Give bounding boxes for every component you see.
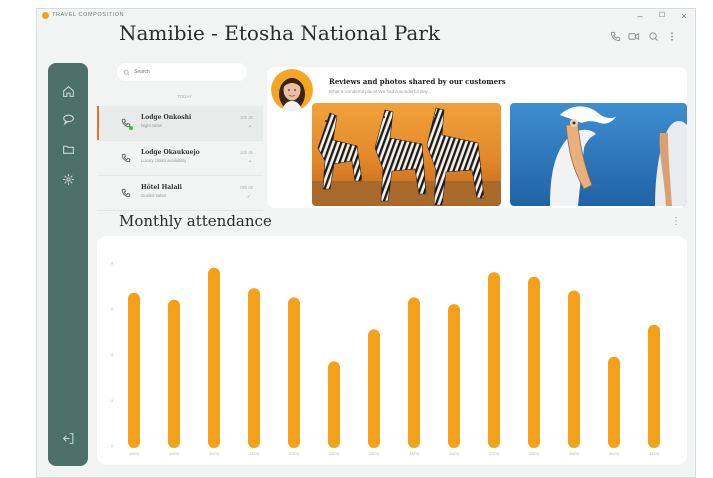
minimize-button[interactable]: – — [629, 9, 651, 23]
chart-bar[interactable] — [408, 297, 420, 448]
logout-icon[interactable] — [60, 430, 76, 446]
x-tick-label: 23/03 — [369, 451, 380, 456]
chart-bar[interactable] — [648, 324, 660, 448]
y-tick-label: 0 — [111, 444, 114, 449]
top-toolbar — [609, 30, 678, 42]
x-tick-label: 19/03 — [129, 451, 140, 456]
chart-bar[interactable] — [448, 304, 460, 448]
maximize-button[interactable]: ☐ — [651, 9, 673, 23]
video-icon[interactable] — [628, 30, 640, 42]
reviews-subtitle: What a wonderful place! We had a wonderf… — [329, 89, 432, 94]
chart-bar[interactable] — [248, 288, 260, 448]
zebra-photo[interactable] — [312, 103, 501, 206]
read-check-icon: ✓ — [246, 194, 251, 200]
chart-bar[interactable] — [168, 299, 180, 448]
app-window: TRAVEL COMPOSITION – ☐ × Namibie - Etosh… — [36, 8, 696, 478]
chart-bar[interactable] — [488, 272, 500, 448]
more-vertical-icon[interactable] — [666, 30, 678, 42]
chart-svg: 0 2 4 6 8 19/03 19/03 20/03 21/03 22/03 23/03 23/03… — [111, 261, 660, 456]
phone-icon[interactable] — [609, 30, 621, 42]
list-item-name: Lodge Okaukuejo — [141, 149, 200, 156]
home-icon[interactable] — [60, 83, 76, 99]
app-name: TRAVEL COMPOSITION — [52, 12, 125, 18]
settings-icon[interactable] — [60, 171, 76, 187]
list-item-subtitle: Night safari — [141, 123, 163, 128]
phone-icon — [121, 153, 131, 163]
x-tick-label: 20/03 — [209, 451, 220, 456]
list-item-subtitle: Luxury chalet availability — [141, 158, 187, 163]
folder-icon[interactable] — [60, 141, 76, 157]
list-item-time: 10h 45 — [240, 150, 253, 155]
unread-dot: • — [249, 124, 251, 130]
reviews-title: Reviews and photos shared by our custome… — [329, 77, 506, 86]
chart-bar[interactable] — [128, 292, 140, 448]
x-tick-label: 21/03 — [249, 451, 260, 456]
chart-bar[interactable] — [328, 361, 340, 448]
unread-dot: • — [249, 159, 251, 165]
chart-bar[interactable] — [208, 267, 220, 448]
phone-icon — [121, 188, 131, 198]
attendance-chart: 0 2 4 6 8 19/03 19/03 20/03 21/03 22/03 23/03 23/03… — [97, 236, 687, 465]
online-status-dot — [129, 126, 133, 130]
x-tick-label: 24/03 — [409, 451, 420, 456]
date-separator: TODAY — [177, 94, 193, 99]
x-tick-label: 27/03 — [489, 451, 500, 456]
app-logo-icon — [42, 12, 49, 19]
close-button[interactable]: × — [673, 9, 695, 23]
list-item-lodge-onkoshi[interactable]: Lodge Onkoshi Night safari 10h 30 • — [97, 106, 263, 141]
chat-icon[interactable] — [60, 111, 76, 127]
chart-bar[interactable] — [608, 356, 620, 448]
pelican-photo[interactable] — [510, 103, 687, 206]
y-tick-label: 6 — [111, 306, 114, 311]
list-item-hotel-halali[interactable]: Hôtel Halali Guided safari 09h 00 ✓ — [97, 176, 263, 211]
customer-avatar[interactable] — [271, 69, 313, 111]
x-tick-label: 23/03 — [329, 451, 340, 456]
x-tick-label: 19/03 — [169, 451, 180, 456]
page-title: Namibie - Etosha National Park — [119, 21, 441, 45]
y-tick-label: 2 — [111, 398, 114, 403]
list-item-time: 09h 00 — [240, 185, 253, 190]
chart-bar[interactable] — [288, 297, 300, 448]
attendance-title: Monthly attendance — [119, 212, 272, 230]
chart-bar[interactable] — [528, 276, 540, 448]
chart-bar[interactable] — [368, 329, 380, 448]
sidebar — [48, 63, 88, 466]
list-item-name: Hôtel Halali — [141, 184, 182, 191]
search-icon[interactable] — [647, 30, 659, 42]
x-tick-label: 29/03 — [569, 451, 580, 456]
search-icon — [123, 69, 130, 75]
more-vertical-icon[interactable]: ⋮ — [671, 216, 681, 227]
list-item-lodge-okaukuejo[interactable]: Lodge Okaukuejo Luxury chalet availabili… — [97, 141, 263, 176]
search-input[interactable] — [134, 69, 234, 75]
reviews-card: Reviews and photos shared by our custome… — [267, 67, 687, 208]
x-tick-label: 28/03 — [529, 451, 540, 456]
lodge-list: Lodge Onkoshi Night safari 10h 30 • Lodg… — [97, 106, 263, 211]
list-item-time: 10h 30 — [240, 115, 253, 120]
y-tick-label: 4 — [111, 352, 114, 357]
list-item-name: Lodge Onkoshi — [141, 114, 192, 121]
x-tick-label: 30/03 — [609, 451, 620, 456]
y-tick-label: 8 — [111, 261, 114, 266]
x-tick-label: 26/03 — [449, 451, 460, 456]
x-tick-label: 31/03 — [649, 451, 660, 456]
chart-bar[interactable] — [568, 290, 580, 448]
x-tick-label: 22/03 — [289, 451, 300, 456]
search-box — [117, 63, 247, 81]
list-item-subtitle: Guided safari — [141, 193, 166, 198]
